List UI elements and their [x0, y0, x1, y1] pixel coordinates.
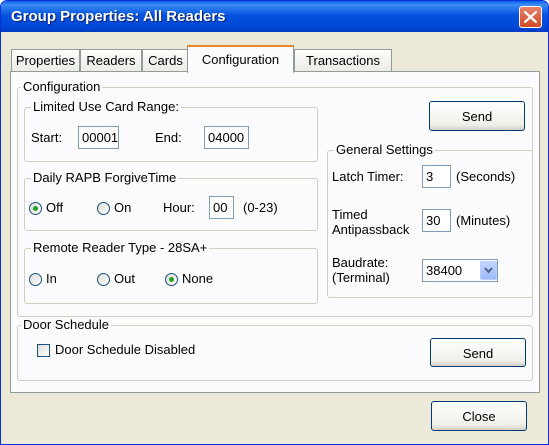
reader-type-label: Remote Reader Type - 28SA+ [31, 240, 210, 255]
reader-type-none-radio[interactable] [165, 273, 178, 286]
rapb-on-label[interactable]: On [114, 200, 131, 215]
general-settings-group: General Settings Latch Timer: 3 (Seconds… [327, 142, 533, 298]
tab-cards[interactable]: Cards [142, 49, 189, 71]
chevron-down-icon [484, 267, 493, 274]
end-input[interactable]: 04000 [204, 126, 249, 149]
tab-transactions[interactable]: Transactions [294, 49, 392, 71]
latch-timer-label: Latch Timer: [332, 169, 404, 184]
door-schedule-label: Door Schedule [21, 317, 111, 332]
reader-type-none-label[interactable]: None [182, 271, 213, 286]
baudrate-value: 38400 [426, 263, 463, 278]
reader-type-out-label[interactable]: Out [114, 271, 135, 286]
window-title: Group Properties: All Readers [11, 8, 226, 25]
latch-timer-unit: (Seconds) [456, 169, 516, 184]
close-button[interactable]: Close [431, 401, 527, 431]
door-schedule-send-button[interactable]: Send [430, 338, 526, 367]
timed-antipassback-label-2: Antipassback [332, 222, 410, 237]
dialog-window: Group Properties: All Readers Properties… [0, 0, 549, 445]
rapb-off-radio[interactable] [29, 202, 42, 215]
window-close-button[interactable] [519, 6, 542, 28]
rapb-on-radio[interactable] [97, 202, 110, 215]
configuration-send-button[interactable]: Send [429, 101, 525, 131]
timed-antipassback-unit: (Minutes) [456, 213, 511, 228]
tab-configuration[interactable]: Configuration [187, 45, 294, 73]
card-range-group: Limited Use Card Range: Start: 00001 End… [24, 99, 318, 162]
rapb-off-label[interactable]: Off [46, 200, 63, 215]
end-label: End: [155, 130, 182, 145]
door-schedule-disabled-checkbox[interactable] [37, 344, 50, 357]
baudrate-dropdown-button[interactable] [480, 261, 497, 280]
hour-input[interactable]: 00 [209, 196, 234, 219]
reader-type-in-label[interactable]: In [46, 271, 57, 286]
timed-antipassback-input[interactable]: 30 [422, 209, 451, 232]
close-button-label: Close [462, 409, 496, 424]
door-schedule-disabled-label[interactable]: Door Schedule Disabled [55, 342, 195, 357]
rapb-group: Daily RAPB ForgiveTime Off On Hour: 00 (… [24, 170, 318, 231]
card-range-label: Limited Use Card Range: [31, 99, 181, 114]
configuration-send-label: Send [461, 109, 493, 124]
hour-label: Hour: [163, 200, 195, 215]
timed-antipassback-label-1: Timed [332, 207, 368, 222]
start-input[interactable]: 00001 [78, 126, 119, 149]
title-bar[interactable]: Group Properties: All Readers [1, 1, 548, 32]
baudrate-label-2: (Terminal) [332, 270, 390, 285]
configuration-group-label: Configuration [21, 79, 103, 94]
tab-panel-configuration: Configuration Limited Use Card Range: St… [10, 71, 540, 393]
baudrate-label-1: Baudrate: [332, 255, 389, 270]
reader-type-group: Remote Reader Type - 28SA+ In Out None [24, 240, 318, 304]
tab-properties[interactable]: Properties [11, 49, 80, 71]
start-label: Start: [31, 130, 63, 145]
rapb-label: Daily RAPB ForgiveTime [31, 170, 179, 185]
tab-readers[interactable]: Readers [80, 49, 142, 71]
latch-timer-input[interactable]: 3 [422, 165, 451, 188]
close-icon [524, 11, 537, 23]
door-schedule-send-label: Send [462, 346, 494, 361]
reader-type-out-radio[interactable] [97, 273, 110, 286]
hour-range-hint: (0-23) [243, 200, 278, 215]
general-settings-label: General Settings [334, 142, 435, 157]
reader-type-in-radio[interactable] [29, 273, 42, 286]
